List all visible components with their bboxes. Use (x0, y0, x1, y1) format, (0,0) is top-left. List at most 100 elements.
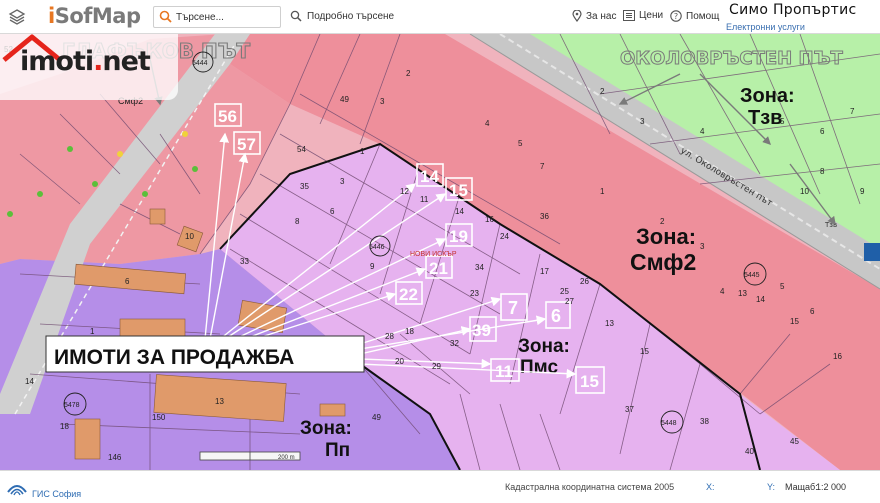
svg-text:3: 3 (640, 117, 645, 126)
zone-label-tzv-2: Тзв (748, 107, 782, 129)
svg-text:10: 10 (800, 187, 809, 196)
svg-text:3: 3 (700, 242, 705, 251)
svg-text:2: 2 (406, 69, 411, 78)
zone-label-smf2-1: Зона: (636, 224, 696, 249)
svg-text:9: 9 (860, 187, 865, 196)
svg-text:20: 20 (395, 357, 404, 366)
svg-text:15: 15 (449, 181, 468, 200)
svg-text:10: 10 (185, 232, 194, 241)
svg-text:34: 34 (475, 263, 484, 272)
svg-text:39: 39 (472, 321, 491, 340)
svg-text:22: 22 (399, 285, 418, 304)
svg-text:40: 40 (745, 447, 754, 456)
svg-text:1: 1 (360, 147, 365, 156)
about-link[interactable]: За нас (572, 10, 616, 22)
svg-text:56: 56 (218, 107, 237, 126)
zone-label-tzv-1: Зона: (740, 85, 795, 107)
isofmap-logo[interactable]: iSofMap (48, 4, 141, 28)
svg-text:49: 49 (340, 95, 349, 104)
zone-label-smf2-2: Смф2 (630, 249, 696, 275)
svg-text:7: 7 (508, 298, 518, 318)
svg-text:6: 6 (330, 207, 335, 216)
svg-text:49: 49 (372, 413, 381, 422)
svg-text:?: ? (674, 12, 678, 21)
svg-text:15: 15 (580, 372, 599, 391)
coordinate-system: Кадастрална координатна система 2005 (505, 482, 675, 492)
svg-text:14: 14 (756, 295, 765, 304)
scale-value[interactable]: 1:2 000 (816, 482, 846, 492)
svg-text:2: 2 (660, 217, 665, 226)
y-coordinate-label: Y: (767, 482, 776, 492)
logo-prefix: i (48, 4, 55, 28)
svg-text:7: 7 (850, 107, 855, 116)
svg-text:5: 5 (518, 139, 523, 148)
svg-text:7: 7 (540, 162, 545, 171)
gis-sofia-logo[interactable]: ГИС София (6, 475, 81, 499)
svg-text:4: 4 (485, 119, 490, 128)
imoti-net-text: imoti.net (20, 46, 151, 77)
prices-label: Цени (639, 10, 664, 21)
advanced-search-icon (290, 10, 302, 22)
svg-text:1: 1 (600, 187, 605, 196)
svg-text:6: 6 (810, 307, 815, 316)
imoti-tld: net (102, 46, 150, 77)
svg-text:11: 11 (495, 362, 513, 381)
imoti-net-logo[interactable]: imoti.net (0, 34, 178, 100)
svg-text:36: 36 (540, 212, 549, 221)
status-bar: ГИС София Кадастрална координатна систем… (0, 470, 880, 503)
svg-text:37: 37 (625, 405, 634, 414)
scale-bar: 200 m (199, 451, 301, 461)
svg-text:5: 5 (780, 117, 785, 126)
prices-link[interactable]: Цени (623, 10, 663, 21)
road-short-label: Тзв (824, 221, 837, 229)
zone-label-pms-1: Зона: (518, 336, 570, 357)
app-window: iSofMap Подробно търсене За нас Цени ? П… (0, 0, 880, 503)
svg-text:38: 38 (700, 417, 709, 426)
svg-text:9: 9 (370, 262, 375, 271)
layers-icon[interactable] (8, 8, 26, 26)
zone-label-pp-2: Пп (325, 440, 350, 461)
price-list-icon (623, 10, 635, 21)
imoti-dot: . (93, 46, 103, 77)
svg-text:4: 4 (720, 287, 725, 296)
svg-text:35: 35 (300, 182, 309, 191)
svg-text:45: 45 (790, 437, 799, 446)
imoti-name: imoti (20, 46, 94, 77)
zone-label-pp-1: Зона: (300, 418, 352, 439)
svg-text:32: 32 (450, 339, 459, 348)
svg-text:1: 1 (90, 327, 95, 336)
svg-text:6: 6 (125, 277, 130, 286)
advanced-search-link[interactable]: Подробно търсене (290, 10, 394, 22)
svg-text:25: 25 (560, 287, 569, 296)
search-box[interactable] (153, 6, 281, 28)
help-link[interactable]: ? Помощ (670, 10, 719, 22)
svg-text:26: 26 (580, 277, 589, 286)
e-services-link[interactable]: Електронни услуги (726, 22, 805, 32)
svg-text:16: 16 (485, 215, 494, 224)
svg-text:17: 17 (540, 267, 549, 276)
svg-text:8: 8 (295, 217, 300, 226)
svg-text:150: 150 (152, 413, 166, 422)
zone-label-pms-2: Пмс (520, 357, 558, 378)
svg-text:НОВИ ИСКЪР: НОВИ ИСКЪР (410, 251, 457, 258)
search-input[interactable] (176, 9, 276, 25)
x-coordinate-label: X: (706, 482, 715, 492)
svg-text:5444: 5444 (192, 60, 208, 67)
svg-text:54: 54 (297, 145, 306, 154)
svg-text:28: 28 (385, 332, 394, 341)
svg-text:16: 16 (833, 352, 842, 361)
search-icon (159, 10, 172, 28)
svg-text:5446: 5446 (369, 244, 385, 251)
svg-text:3: 3 (380, 97, 385, 106)
svg-text:19: 19 (449, 227, 468, 246)
side-panel-handle[interactable] (864, 243, 880, 261)
svg-text:6: 6 (551, 306, 561, 326)
help-label: Помощ (686, 10, 720, 22)
scale-label: Мащаб: (785, 482, 818, 492)
svg-text:15: 15 (640, 347, 649, 356)
svg-text:5448: 5448 (661, 420, 677, 427)
svg-text:13: 13 (215, 397, 224, 406)
svg-text:6: 6 (820, 127, 825, 136)
svg-text:2: 2 (600, 87, 605, 96)
help-icon: ? (670, 10, 682, 22)
